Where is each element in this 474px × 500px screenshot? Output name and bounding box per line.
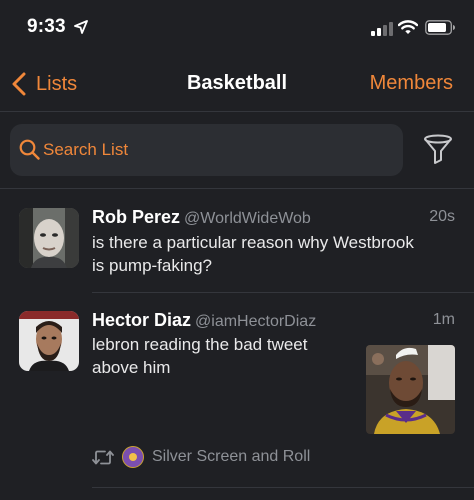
tweet-text: lebron reading the bad tweet above him [92, 333, 308, 379]
author-handle[interactable]: @WorldWideWob [184, 210, 311, 227]
author-name[interactable]: Rob Perez [92, 207, 180, 227]
cellular-signal-icon [371, 22, 395, 36]
divider [0, 188, 474, 189]
tweet-timestamp: 1m [432, 311, 455, 328]
wifi-icon [398, 20, 418, 34]
tweet-text-line: is there a particular reason why Westbro… [92, 233, 414, 252]
divider [92, 292, 474, 293]
tweet-text-line: lebron reading the bad tweet [92, 335, 308, 354]
tweet-media-image[interactable] [366, 345, 455, 434]
retweet-context[interactable]: Silver Screen and Roll [92, 446, 310, 468]
tweet-text-line: is pump-faking? [92, 256, 213, 275]
retweeter-avatar [122, 446, 144, 468]
navigation-bar: Lists Basketball Members [0, 58, 474, 112]
tweet-timestamp: 20s [429, 208, 455, 225]
tweet-text: is there a particular reason why Westbro… [92, 231, 414, 277]
status-time: 9:33 [27, 16, 66, 37]
divider [92, 487, 474, 488]
divider [0, 111, 474, 112]
filter-icon[interactable] [421, 133, 455, 167]
status-bar: 9:33 [0, 0, 474, 58]
location-arrow-icon [74, 20, 88, 34]
author-handle[interactable]: @iamHectorDiaz [195, 313, 316, 330]
battery-icon [425, 20, 455, 35]
tweet-text-line: above him [92, 358, 171, 377]
retweet-icon [92, 450, 114, 464]
retweeted-by-label: Silver Screen and Roll [152, 448, 311, 465]
search-placeholder: Search List [43, 140, 129, 159]
search-icon [19, 139, 40, 160]
members-button[interactable]: Members [370, 72, 453, 95]
avatar[interactable] [19, 208, 79, 268]
author-name[interactable]: Hector Diaz [92, 310, 191, 330]
avatar[interactable] [19, 311, 79, 371]
tweet-header: Rob Perez @WorldWideWob [92, 207, 311, 228]
search-input[interactable]: Search List [10, 124, 403, 176]
tweet-header: Hector Diaz @iamHectorDiaz [92, 310, 316, 331]
